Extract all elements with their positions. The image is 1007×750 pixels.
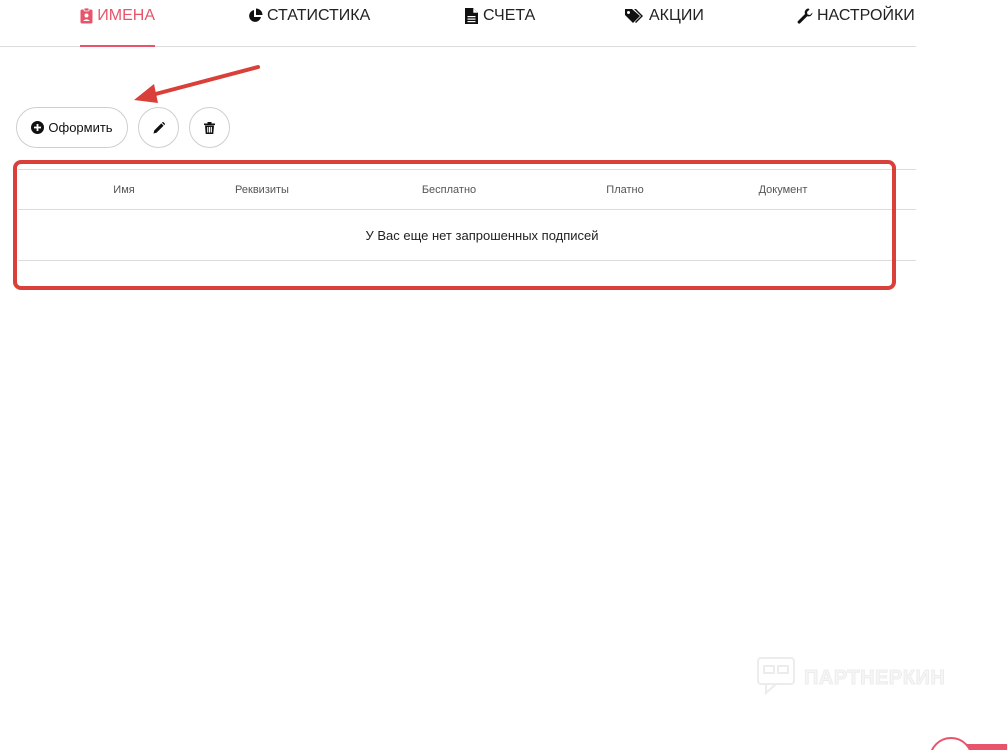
tab-accounts-label: СЧЕТА (483, 7, 536, 24)
column-header-details[interactable]: Реквизиты (235, 170, 289, 210)
create-button-label: Оформить (48, 120, 113, 135)
tab-statistics-label: СТАТИСТИКА (267, 7, 371, 24)
table-header: Имя Реквизиты Бесплатно Платно Документ (18, 169, 916, 210)
main-tabs: ИМЕНА СТАТИСТИКА СЧЕТА АКЦИИ НАСТРОЙКИ (0, 0, 916, 47)
watermark-logo-icon (756, 656, 796, 701)
watermark-text: ПАРТНЕРКИН (803, 667, 946, 690)
column-header-document[interactable]: Документ (759, 170, 808, 210)
pencil-icon (153, 121, 165, 134)
column-header-name[interactable]: Имя (113, 170, 134, 210)
tab-promotions[interactable]: АКЦИИ (625, 0, 704, 46)
tab-names[interactable]: ИМЕНА (80, 0, 155, 47)
tab-names-label: ИМЕНА (97, 7, 155, 24)
column-header-free[interactable]: Бесплатно (422, 170, 476, 210)
chat-widget-button[interactable] (929, 737, 973, 750)
delete-button[interactable] (189, 107, 230, 148)
plus-circle-icon (31, 121, 45, 134)
tab-statistics[interactable]: СТАТИСТИКА (247, 0, 370, 46)
id-badge-icon (80, 7, 93, 25)
tags-icon (625, 7, 645, 25)
tab-settings-label: НАСТРОЙКИ (817, 7, 915, 24)
annotation-arrow (134, 65, 260, 103)
signatures-table: Имя Реквизиты Бесплатно Платно Документ … (18, 169, 916, 261)
edit-button[interactable] (138, 107, 179, 148)
create-button[interactable]: Оформить (16, 107, 128, 148)
document-icon (463, 7, 479, 25)
trash-icon (204, 121, 215, 134)
tab-promotions-label: АКЦИИ (649, 7, 704, 24)
tab-settings[interactable]: НАСТРОЙКИ (797, 0, 915, 46)
empty-table-message: У Вас еще нет запрошенных подписей (18, 210, 916, 261)
wrench-icon (797, 7, 813, 25)
watermark: ПАРТНЕРКИН (756, 656, 945, 701)
pie-chart-icon (247, 7, 263, 25)
corner-accent-bar (965, 744, 1007, 750)
column-header-paid[interactable]: Платно (606, 170, 643, 210)
tab-accounts[interactable]: СЧЕТА (463, 0, 535, 46)
